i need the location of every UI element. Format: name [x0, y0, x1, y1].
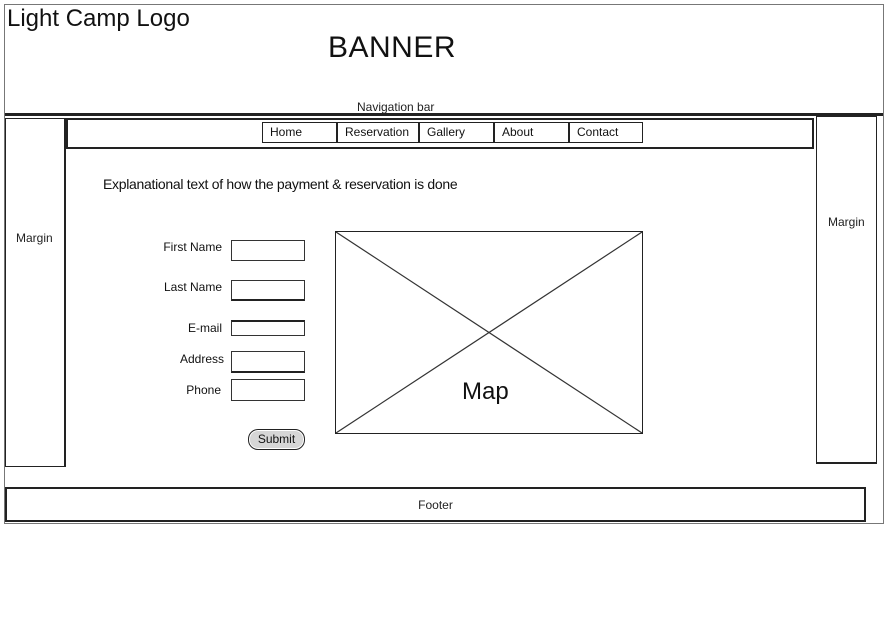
address-label: Address — [179, 352, 224, 366]
nav-contact[interactable]: Contact — [569, 122, 643, 143]
address-field[interactable] — [231, 351, 305, 373]
nav-about[interactable]: About — [494, 122, 569, 143]
first-name-label: First Name — [163, 240, 222, 254]
map-placeholder[interactable]: Map — [335, 231, 643, 434]
explanation-text: Explanational text of how the payment & … — [103, 176, 458, 192]
email-field[interactable] — [231, 320, 305, 336]
footer-label: Footer — [418, 498, 453, 512]
nav-home[interactable]: Home — [262, 122, 337, 143]
logo[interactable]: Light Camp Logo — [7, 5, 190, 33]
first-name-field[interactable] — [231, 240, 305, 261]
banner-title: BANNER — [328, 31, 457, 64]
right-margin: Margin — [816, 116, 877, 464]
footer: Footer — [5, 487, 866, 522]
right-margin-label: Margin — [828, 215, 865, 229]
email-label: E-mail — [187, 321, 222, 335]
nav-reservation[interactable]: Reservation — [337, 122, 419, 143]
last-name-field[interactable] — [231, 280, 305, 301]
phone-label: Phone — [186, 383, 221, 397]
phone-field[interactable] — [231, 379, 305, 401]
navigation-bar-caption: Navigation bar — [357, 100, 435, 114]
left-margin-label: Margin — [16, 231, 53, 245]
last-name-label: Last Name — [163, 280, 222, 294]
map-label: Map — [462, 378, 509, 405]
left-margin: Margin — [5, 118, 66, 467]
submit-button[interactable]: Submit — [248, 429, 305, 450]
nav-gallery[interactable]: Gallery — [419, 122, 494, 143]
